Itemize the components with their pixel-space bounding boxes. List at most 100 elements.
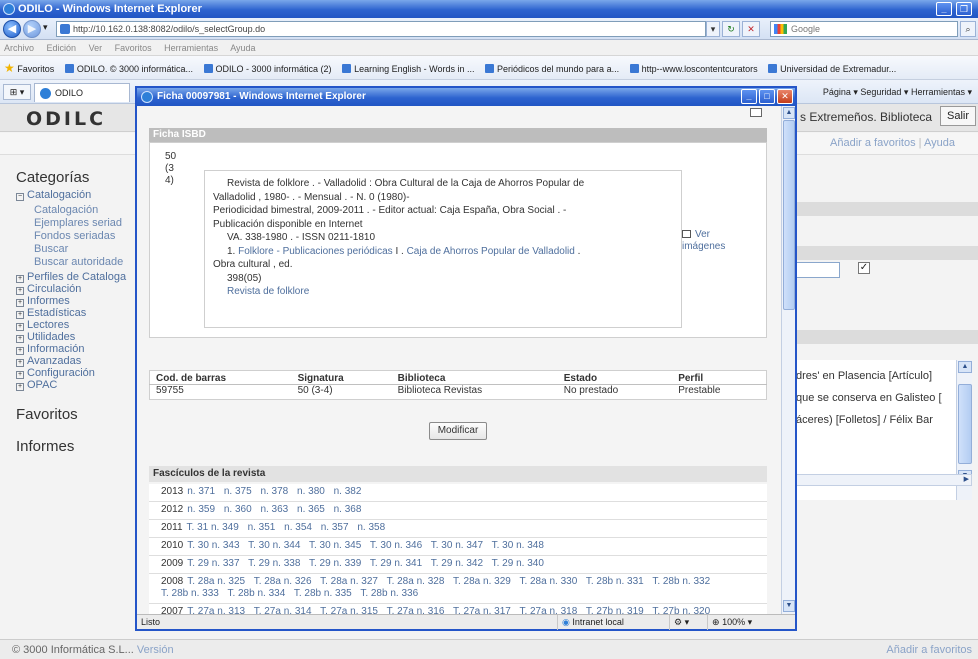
forward-button[interactable]: ▶ — [23, 20, 41, 38]
salir-button[interactable]: Salir — [940, 106, 976, 126]
fasciculo-link[interactable]: T. 27a n. 318 — [519, 606, 577, 614]
fasciculo-link[interactable]: T. 30 n. 348 — [492, 540, 544, 551]
quick-tabs-button[interactable]: ⊞ ▾ — [3, 84, 31, 100]
fasciculo-link[interactable]: T. 27b n. 319 — [586, 606, 644, 614]
page-text-input[interactable] — [796, 262, 840, 278]
menu-ver[interactable]: Ver — [89, 43, 103, 53]
fasciculo-link[interactable]: T. 28b n. 336 — [360, 588, 418, 599]
print-icon[interactable] — [750, 108, 762, 117]
fasciculo-link[interactable]: n. 368 — [334, 504, 362, 515]
fasciculo-link[interactable]: T. 28a n. 326 — [254, 576, 312, 587]
fasciculo-link[interactable]: T. 30 n. 345 — [309, 540, 361, 551]
fasciculo-link[interactable]: T. 27a n. 316 — [387, 606, 445, 614]
list-item[interactable]: dres' en Plasencia [Artículo] — [796, 370, 932, 382]
menu-archivo[interactable]: Archivo — [4, 43, 34, 53]
fasciculo-link[interactable]: n. 354 — [284, 522, 312, 533]
nav-circulacion[interactable]: + Circulación — [16, 283, 81, 295]
nav-perfiles[interactable]: + Perfiles de Cataloga — [16, 271, 126, 283]
nav-informacion[interactable]: + Información — [16, 343, 84, 355]
nav-informes[interactable]: + Informes — [16, 295, 70, 307]
fasciculo-link[interactable]: T. 27a n. 314 — [254, 606, 312, 614]
favorite-item[interactable]: Universidad de Extremadur... — [768, 57, 896, 79]
back-button[interactable]: ◀ — [3, 20, 21, 38]
history-dropdown-icon[interactable]: ▾ — [43, 22, 48, 33]
version-link[interactable]: Versión — [137, 644, 174, 656]
fasciculo-link[interactable]: T. 30 n. 347 — [431, 540, 483, 551]
fasciculo-link[interactable]: T. 28a n. 330 — [519, 576, 577, 587]
favorite-item[interactable]: ODILO - 3000 informática (2) — [203, 57, 332, 79]
command-bar-tools[interactable]: Página ▾ Seguridad ▾ Herramientas ▾ — [823, 80, 972, 104]
popup-minimize-button[interactable]: _ — [741, 89, 757, 104]
subject-link-folklore[interactable]: Folklore - Publicaciones periódicas — [238, 246, 393, 257]
fasciculo-link[interactable]: T. 28a n. 327 — [320, 576, 378, 587]
nav-sub-ejemplares[interactable]: Ejemplares seriad — [34, 217, 122, 229]
favorite-item[interactable]: Periódicos del mundo para a... — [485, 57, 619, 79]
add-favorites-link[interactable]: Añadir a favoritos — [830, 137, 916, 149]
fasciculo-link[interactable]: T. 28a n. 325 — [187, 576, 245, 587]
fasciculo-link[interactable]: T. 27a n. 315 — [320, 606, 378, 614]
scroll-thumb[interactable] — [783, 120, 795, 310]
fasciculo-link[interactable]: T. 30 n. 346 — [370, 540, 422, 551]
fasciculo-link[interactable]: T. 31 n. 349 — [187, 522, 239, 533]
fasciculo-link[interactable]: T. 30 n. 343 — [187, 540, 239, 551]
scroll-thumb[interactable] — [958, 384, 972, 464]
address-input[interactable]: http://10.162.0.138:8082/odilo/s_selectG… — [56, 21, 706, 37]
address-dropdown-button[interactable]: ▾ — [706, 21, 720, 37]
scroll-right-icon[interactable]: ▶ — [964, 475, 969, 485]
fasciculo-link[interactable]: T. 29 n. 339 — [309, 558, 361, 569]
ver-imagenes-link[interactable]: Ver imágenes — [682, 229, 725, 253]
menu-favoritos[interactable]: Favoritos — [115, 43, 152, 53]
nav-sub-buscar-autoridades[interactable]: Buscar autoridade — [34, 256, 123, 268]
help-link[interactable]: Ayuda — [924, 137, 955, 149]
modificar-button[interactable]: Modificar — [429, 422, 487, 440]
fasciculo-link[interactable]: n. 375 — [224, 486, 252, 497]
results-hscrollbar[interactable]: ▶ — [796, 474, 972, 486]
page-checkbox[interactable]: ✓ — [858, 262, 870, 274]
nav-opac[interactable]: + OPAC — [16, 379, 57, 391]
fasciculo-link[interactable]: n. 363 — [260, 504, 288, 515]
fasciculo-link[interactable]: T. 27b n. 320 — [652, 606, 710, 614]
popup-maximize-button[interactable]: □ — [759, 89, 775, 104]
scroll-up-icon[interactable]: ▲ — [783, 107, 795, 119]
fasciculo-link[interactable]: n. 358 — [357, 522, 385, 533]
nav-catalogacion[interactable]: − Catalogación — [16, 189, 91, 201]
fasciculo-link[interactable]: n. 371 — [187, 486, 215, 497]
favorites-button[interactable]: Favoritos — [17, 64, 54, 74]
scroll-down-icon[interactable]: ▼ — [783, 600, 795, 612]
isbd-title-link[interactable]: Revista de folklore — [213, 285, 681, 299]
fasciculo-link[interactable]: T. 28a n. 328 — [387, 576, 445, 587]
scroll-up-icon[interactable]: ▲ — [958, 361, 972, 373]
zoom-control[interactable]: ⊕ 100% ▾ — [707, 615, 783, 630]
footer-add-favorites-link[interactable]: Añadir a favoritos — [886, 640, 972, 659]
fasciculo-link[interactable]: T. 30 n. 344 — [248, 540, 300, 551]
collapse-icon[interactable]: − — [16, 193, 24, 201]
popup-close-button[interactable]: ✕ — [777, 89, 793, 104]
nav-sub-buscar[interactable]: Buscar — [34, 243, 68, 255]
nav-avanzadas[interactable]: + Avanzadas — [16, 355, 81, 367]
favorite-item[interactable]: Learning English - Words in ... — [342, 57, 474, 79]
menu-herramientas[interactable]: Herramientas — [164, 43, 218, 53]
fasciculo-link[interactable]: n. 351 — [248, 522, 276, 533]
fasciculo-link[interactable]: T. 28a n. 329 — [453, 576, 511, 587]
stop-icon[interactable]: ✕ — [742, 21, 760, 37]
fasciculo-link[interactable]: n. 382 — [334, 486, 362, 497]
fasciculo-link[interactable]: n. 378 — [260, 486, 288, 497]
favorite-item[interactable]: http--www.loscontentcurators — [629, 57, 758, 79]
fasciculo-link[interactable]: T. 27a n. 313 — [187, 606, 245, 614]
fasciculo-link[interactable]: T. 28b n. 333 — [161, 588, 219, 599]
search-icon[interactable]: ⌕ — [960, 21, 976, 37]
nav-sub-fondos[interactable]: Fondos seriadas — [34, 230, 115, 242]
menu-edicion[interactable]: Edición — [47, 43, 77, 53]
fasciculo-link[interactable]: T. 27a n. 317 — [453, 606, 511, 614]
minimize-button[interactable]: _ — [936, 2, 952, 16]
fasciculo-link[interactable]: T. 29 n. 342 — [431, 558, 483, 569]
fasciculo-link[interactable]: n. 359 — [187, 504, 215, 515]
fasciculo-link[interactable]: T. 28b n. 335 — [294, 588, 352, 599]
fasciculo-link[interactable]: T. 29 n. 341 — [370, 558, 422, 569]
list-item[interactable]: que se conserva en Galisteo [ — [796, 392, 942, 404]
nav-lectores[interactable]: + Lectores — [16, 319, 69, 331]
favorite-item[interactable]: ODILO. © 3000 informática... — [64, 57, 193, 79]
nav-utilidades[interactable]: + Utilidades — [16, 331, 75, 343]
fasciculo-link[interactable]: T. 28b n. 332 — [652, 576, 710, 587]
fasciculo-link[interactable]: n. 357 — [321, 522, 349, 533]
